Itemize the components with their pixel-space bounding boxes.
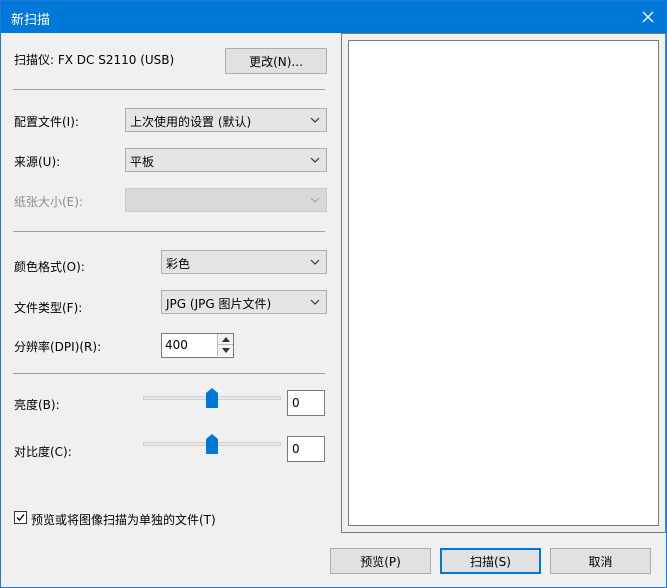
window-title: 新扫描	[11, 13, 51, 28]
scan-button[interactable]: 扫描(S)	[440, 548, 541, 574]
spin-down-button[interactable]	[217, 345, 233, 356]
resolution-label: 分辨率(DPI)(R):	[14, 340, 102, 354]
profile-label: 配置文件(I):	[14, 115, 79, 129]
contrast-label: 对比度(C):	[14, 445, 72, 459]
file-type-select[interactable]: JPG (JPG 图片文件)	[161, 290, 327, 314]
spin-up-icon	[222, 337, 230, 342]
color-format-value: 彩色	[166, 257, 191, 271]
source-label: 来源(U):	[14, 155, 61, 169]
chevron-down-icon	[310, 157, 320, 163]
preview-button[interactable]: 预览(P)	[330, 548, 431, 574]
profile-select[interactable]: 上次使用的设置 (默认)	[125, 108, 327, 132]
file-type-value: JPG (JPG 图片文件)	[166, 297, 272, 311]
profile-value: 上次使用的设置 (默认)	[130, 115, 252, 129]
contrast-input[interactable]: 0	[287, 436, 325, 462]
chevron-down-icon	[310, 299, 320, 305]
brightness-input[interactable]: 0	[287, 390, 325, 416]
scanner-label: 扫描仪: FX DC S2110 (USB)	[14, 53, 175, 67]
checkmark-icon	[16, 514, 25, 521]
change-scanner-button[interactable]: 更改(N)...	[225, 48, 327, 74]
new-scan-dialog: 新扫描 扫描仪: FX DC S2110 (USB) 更改(N)... 配置文件…	[0, 0, 667, 588]
source-value: 平板	[130, 155, 155, 169]
contrast-slider-thumb[interactable]	[206, 434, 218, 454]
divider	[13, 231, 325, 232]
chevron-down-icon	[310, 117, 320, 123]
resolution-stepper[interactable]: 400	[161, 333, 234, 358]
brightness-label: 亮度(B):	[14, 398, 60, 412]
paper-size-label: 纸张大小(E):	[14, 195, 83, 209]
preview-pane	[341, 33, 666, 533]
color-format-label: 颜色格式(O):	[14, 260, 85, 274]
paper-size-select	[125, 188, 327, 212]
spin-down-icon	[222, 348, 230, 353]
cancel-button[interactable]: 取消	[550, 548, 651, 574]
chevron-down-icon	[310, 197, 320, 203]
contrast-value: 0	[292, 442, 300, 456]
close-button[interactable]	[636, 5, 660, 29]
close-icon	[642, 11, 654, 23]
spin-up-button[interactable]	[217, 334, 233, 345]
divider	[13, 89, 325, 90]
color-format-select[interactable]: 彩色	[161, 250, 327, 274]
brightness-value: 0	[292, 396, 300, 410]
separate-files-label[interactable]: 预览或将图像扫描为单独的文件(T)	[31, 511, 216, 528]
brightness-slider-thumb[interactable]	[206, 388, 218, 408]
separate-files-checkbox[interactable]	[14, 511, 27, 524]
title-bar[interactable]: 新扫描	[1, 1, 666, 33]
preview-canvas	[348, 40, 659, 526]
divider	[13, 373, 325, 374]
chevron-down-icon	[310, 259, 320, 265]
file-type-label: 文件类型(F):	[14, 301, 83, 315]
source-select[interactable]: 平板	[125, 148, 327, 172]
resolution-value[interactable]: 400	[165, 338, 188, 352]
